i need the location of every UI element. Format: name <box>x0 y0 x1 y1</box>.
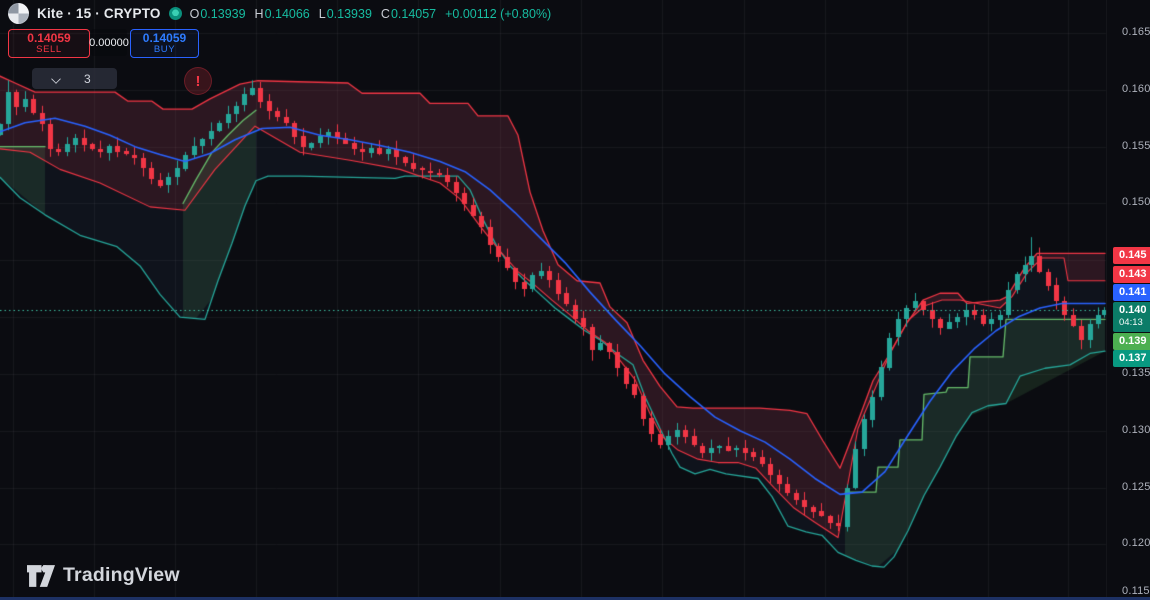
indicator-price-tag: 0.137 <box>1113 349 1150 367</box>
sell-button[interactable]: 0.14059 SELL <box>8 29 90 58</box>
ohlc-low-value: 0.13939 <box>326 6 372 21</box>
price-axis-label: 0.115 <box>1122 585 1150 597</box>
sell-label: SELL <box>36 43 62 55</box>
indicator-price-tag: 0.139 <box>1113 332 1150 350</box>
price-axis-label: 0.120 <box>1122 537 1150 550</box>
price-change: +0.00112 (+0.80%) <box>445 6 552 21</box>
ohlc-open: O0.13939 <box>190 7 246 21</box>
ohlc-high: H0.14066 <box>255 7 310 21</box>
price-tag-value: 0.140 <box>1119 304 1147 316</box>
market-status-icon <box>168 7 182 20</box>
ohlc-close: C0.14057 <box>381 7 436 21</box>
spread-value: 0.00000 <box>89 29 129 56</box>
indicator-price-tag: 0.145 <box>1113 246 1150 264</box>
price-axis-label: 0.150 <box>1122 196 1150 209</box>
tradingview-logo-icon <box>27 564 55 587</box>
tradingview-watermark-text: TradingView <box>63 564 180 586</box>
price-axis-label: 0.155 <box>1122 139 1150 152</box>
ohlc-low: L0.13939 <box>319 7 372 21</box>
indicator-price-tag: 0.143 <box>1113 265 1150 283</box>
price-tag-value: 0.143 <box>1119 267 1147 280</box>
ohlc-open-value: 0.13939 <box>200 6 246 21</box>
price-axis-label: 0.125 <box>1122 480 1150 493</box>
ohlc-low-label: L <box>318 6 326 21</box>
ohlc-high-label: H <box>254 6 264 21</box>
ohlc-open-label: O <box>189 6 200 21</box>
price-chart-canvas[interactable] <box>0 0 1150 600</box>
price-tag-value: 0.137 <box>1119 351 1147 364</box>
bar-countdown: 04:13 <box>1119 317 1143 328</box>
buy-label: BUY <box>153 43 176 55</box>
alert-warning-icon[interactable]: ! <box>184 67 212 95</box>
symbol-title: Kite · 15 · CRYPTO <box>37 6 161 21</box>
ohlc-close-value: 0.14057 <box>390 6 437 21</box>
price-axis[interactable]: 0.165 0.160 0.155 0.150 0.135 0.130 0.125 0.120… <box>1106 0 1150 600</box>
price-axis-label: 0.160 <box>1122 82 1150 95</box>
buy-price: 0.14059 <box>142 31 187 46</box>
chevron-down-icon <box>52 74 61 83</box>
symbol-header: Kite · 15 · CRYPTO O0.13939 H0.14066 L0.… <box>8 3 551 24</box>
chart-window: Kite · 15 · CRYPTO O0.13939 H0.14066 L0.… <box>0 0 1150 600</box>
price-tag-value: 0.145 <box>1119 248 1147 261</box>
price-axis-label: 0.135 <box>1122 366 1150 379</box>
sell-price: 0.14059 <box>27 31 71 46</box>
current-price-tag: 0.140 04:13 <box>1113 302 1150 332</box>
tradingview-watermark[interactable]: TradingView <box>27 564 180 587</box>
buy-button[interactable]: 0.14059 BUY <box>130 29 199 58</box>
ohlc-close-label: C <box>380 6 390 21</box>
price-axis-label: 0.130 <box>1122 423 1150 436</box>
coin-logo-icon <box>8 3 29 24</box>
ohlc-high-value: 0.14066 <box>264 6 310 21</box>
price-axis-label: 0.165 <box>1122 26 1150 38</box>
price-tag-value: 0.139 <box>1119 334 1147 347</box>
indicator-count: 3 <box>84 71 91 86</box>
ohlc-readout: O0.13939 H0.14066 L0.13939 C0.14057 +0.0… <box>190 7 552 21</box>
indicator-price-tag: 0.141 <box>1113 283 1150 301</box>
price-tag-value: 0.141 <box>1119 285 1147 298</box>
collapsed-indicators-widget[interactable]: 3 <box>32 68 117 89</box>
